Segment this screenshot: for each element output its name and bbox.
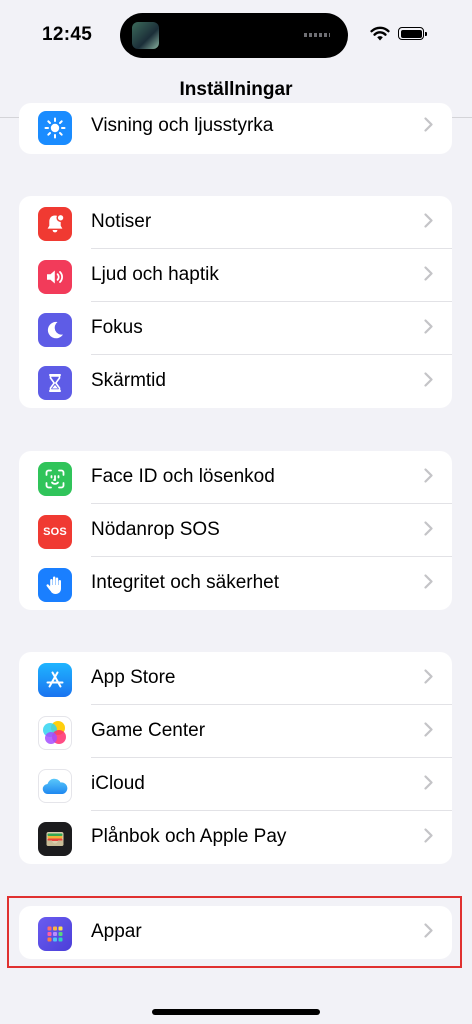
- chevron-right-icon: [424, 117, 433, 132]
- row-label: Notiser: [91, 211, 152, 232]
- icloud-icon: [38, 769, 72, 803]
- face-id-icon: [38, 462, 72, 496]
- settings-group-notifications: Notiser Ljud och haptik Fokus Skärmtid: [19, 196, 452, 408]
- speaker-icon: [38, 260, 72, 294]
- hand-icon: [38, 568, 72, 602]
- chevron-right-icon: [424, 775, 433, 790]
- row-ljud-och-haptik[interactable]: Ljud och haptik: [19, 249, 452, 302]
- status-bar: 12:45: [0, 0, 472, 70]
- dynamic-island[interactable]: [120, 13, 348, 58]
- row-label: Integritet och säkerhet: [91, 572, 279, 593]
- wallet-icon: [38, 822, 72, 856]
- highlight-annotation-box: [7, 896, 462, 968]
- row-label: App Store: [91, 667, 176, 688]
- sun-icon: [38, 111, 72, 145]
- app-store-icon: [38, 663, 72, 697]
- row-label: iCloud: [91, 773, 145, 794]
- row-game-center[interactable]: Game Center: [19, 705, 452, 758]
- now-playing-thumbnail: [132, 22, 159, 49]
- chevron-right-icon: [424, 372, 433, 387]
- battery-icon: [398, 27, 427, 40]
- chevron-right-icon: [424, 828, 433, 843]
- row-integritet[interactable]: Integritet och säkerhet: [19, 557, 452, 610]
- row-display-brightness[interactable]: Visning och ljusstyrka: [19, 103, 452, 153]
- row-label: Skärmtid: [91, 370, 166, 391]
- bell-icon: [38, 207, 72, 241]
- chevron-right-icon: [424, 266, 433, 281]
- row-notiser[interactable]: Notiser: [19, 196, 452, 249]
- sos-icon-text: SOS: [43, 526, 67, 538]
- row-wallet[interactable]: Plånbok och Apple Pay: [19, 811, 452, 864]
- wifi-icon: [370, 26, 390, 41]
- status-time: 12:45: [42, 24, 93, 45]
- row-label: Ljud och haptik: [91, 264, 219, 285]
- audio-waveform-icon: [304, 33, 330, 37]
- row-app-store[interactable]: App Store: [19, 652, 452, 705]
- row-label: Fokus: [91, 317, 143, 338]
- chevron-right-icon: [424, 319, 433, 334]
- home-indicator[interactable]: [152, 1009, 320, 1015]
- chevron-right-icon: [424, 468, 433, 483]
- sos-icon: SOS: [38, 515, 72, 549]
- page-title: Inställningar: [179, 79, 293, 100]
- row-label: Plånbok och Apple Pay: [91, 826, 287, 847]
- chevron-right-icon: [424, 521, 433, 536]
- row-label: Game Center: [91, 720, 206, 741]
- row-label: Visning och ljusstyrka: [91, 115, 274, 136]
- game-center-icon: [38, 716, 72, 750]
- row-face-id[interactable]: Face ID och lösenkod: [19, 451, 452, 504]
- moon-icon: [38, 313, 72, 347]
- chevron-right-icon: [424, 722, 433, 737]
- row-label: Nödanrop SOS: [91, 519, 220, 540]
- settings-group-security: Face ID och lösenkod SOS Nödanrop SOS In…: [19, 451, 452, 610]
- row-label: Face ID och lösenkod: [91, 466, 275, 487]
- settings-group-services: App Store Game Center iCloud Plånbok och…: [19, 652, 452, 864]
- chevron-right-icon: [424, 574, 433, 589]
- hourglass-icon: [38, 366, 72, 400]
- row-nodanrop-sos[interactable]: SOS Nödanrop SOS: [19, 504, 452, 557]
- chevron-right-icon: [424, 669, 433, 684]
- row-icloud[interactable]: iCloud: [19, 758, 452, 811]
- row-fokus[interactable]: Fokus: [19, 302, 452, 355]
- settings-group-display: Visning och ljusstyrka: [19, 103, 452, 154]
- row-skarmtid[interactable]: Skärmtid: [19, 355, 452, 408]
- chevron-right-icon: [424, 213, 433, 228]
